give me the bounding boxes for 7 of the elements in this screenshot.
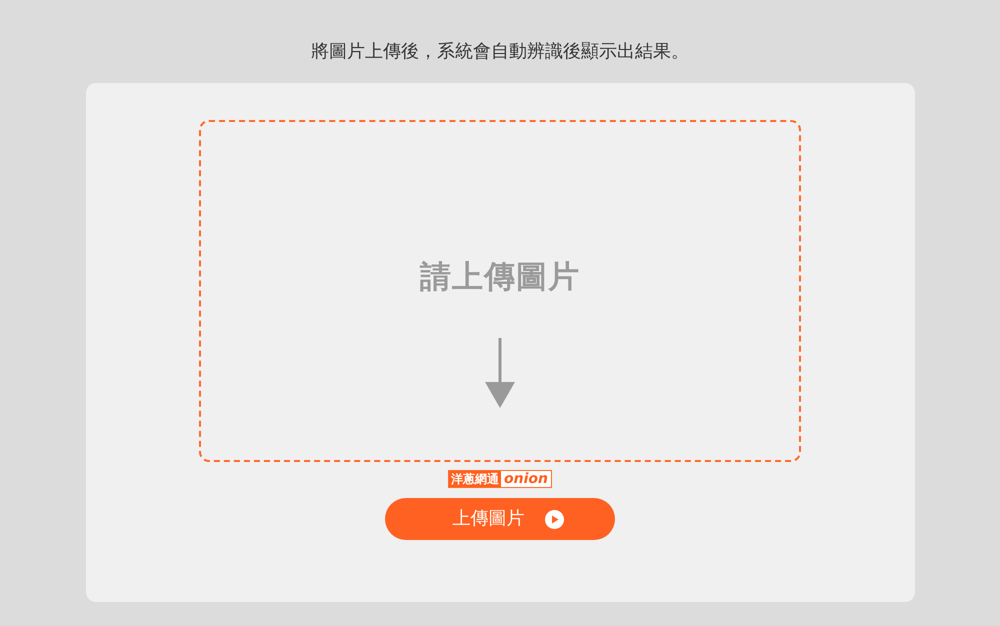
- instruction-text: 將圖片上傳後，系統會自動辨識後顯示出結果。: [311, 40, 689, 64]
- upload-prompt: 請上傳圖片: [420, 258, 580, 297]
- play-icon: [544, 510, 564, 528]
- upload-button[interactable]: 上傳圖片: [385, 498, 615, 540]
- down-arrow-icon: [485, 338, 515, 408]
- brand-logo: 洋蔥網通 onion: [448, 470, 552, 488]
- drop-zone[interactable]: 請上傳圖片: [199, 120, 801, 462]
